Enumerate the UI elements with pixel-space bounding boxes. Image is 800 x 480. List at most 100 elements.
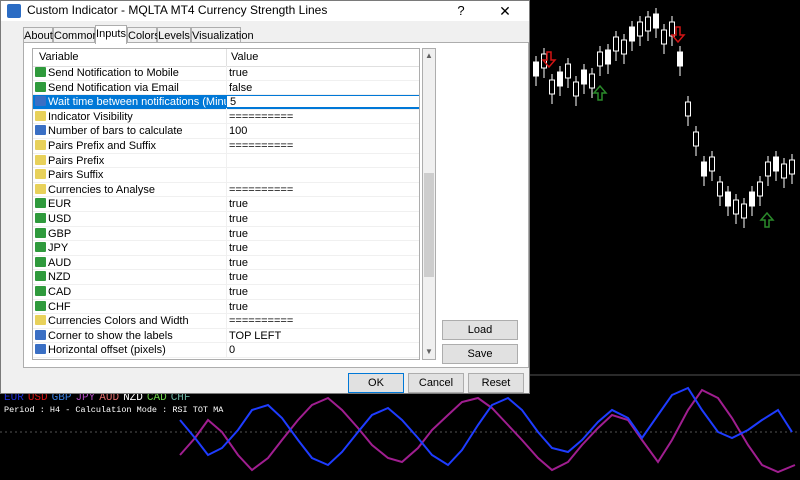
variable-label: Send Notification via Email: [48, 81, 179, 94]
candle-body: [533, 61, 539, 77]
value-field[interactable]: false: [229, 82, 252, 94]
candle-body: [685, 101, 691, 117]
table-row[interactable]: Send Notification via Email false: [33, 80, 419, 96]
value-field[interactable]: ==========: [229, 315, 293, 327]
candle-body: [789, 159, 795, 175]
title-bar[interactable]: Custom Indicator - MQLTA MT4 Currency St…: [1, 1, 529, 21]
table-row[interactable]: CAD true: [33, 284, 419, 300]
candle-body: [733, 199, 739, 215]
line-style-icon: [35, 242, 46, 253]
string-icon: [35, 183, 46, 194]
table-row[interactable]: GBP true: [33, 226, 419, 242]
candle-body: [781, 163, 787, 179]
scroll-down-arrow-icon[interactable]: ▼: [423, 345, 435, 359]
line-style-icon: [35, 227, 46, 238]
candle-body: [653, 13, 659, 29]
help-button[interactable]: ?: [446, 1, 476, 21]
table-row[interactable]: CHF true: [33, 299, 419, 315]
value-field[interactable]: 5: [226, 95, 419, 109]
value-field[interactable]: 0: [229, 344, 235, 356]
value-field[interactable]: true: [229, 271, 248, 283]
candle-body: [669, 21, 675, 37]
variable-label: NZD: [48, 271, 71, 284]
candle-body: [773, 156, 779, 172]
column-header-variable[interactable]: Variable: [39, 51, 79, 63]
grid-scrollbar[interactable]: ▲ ▼: [422, 48, 436, 360]
variable-label: JPY: [48, 242, 69, 255]
table-row[interactable]: Currencies to Analyse ==========: [33, 182, 419, 198]
candle-body: [693, 131, 699, 147]
value-field[interactable]: ==========: [229, 140, 293, 152]
ok-button[interactable]: OK: [348, 373, 404, 393]
candle-body: [717, 181, 723, 197]
value-field[interactable]: true: [229, 242, 248, 254]
value-field[interactable]: true: [229, 257, 248, 269]
tab-about[interactable]: About: [23, 27, 53, 43]
column-header-value[interactable]: Value: [231, 51, 258, 63]
scroll-thumb[interactable]: [424, 173, 434, 277]
candle-body: [605, 49, 611, 65]
value-field[interactable]: TOP LEFT: [229, 330, 281, 342]
save-button[interactable]: Save: [442, 344, 518, 364]
table-row[interactable]: USD true: [33, 211, 419, 227]
string-icon: [35, 110, 46, 121]
table-row[interactable]: Corner to show the labels TOP LEFT: [33, 328, 419, 344]
value-field[interactable]: 100: [229, 125, 247, 137]
variable-label: Horizontal offset (pixels): [48, 344, 166, 357]
string-icon: [35, 154, 46, 165]
table-row[interactable]: NZD true: [33, 270, 419, 285]
candle-body: [549, 79, 555, 95]
cancel-button[interactable]: Cancel: [408, 373, 464, 393]
value-field[interactable]: ==========: [229, 111, 293, 123]
grid-rows: Send Notification to Mobile true Send Noti…: [33, 66, 419, 358]
candle-body: [589, 73, 595, 89]
dialog-title: Custom Indicator - MQLTA MT4 Currency St…: [27, 3, 328, 17]
scroll-up-arrow-icon[interactable]: ▲: [423, 49, 435, 63]
tab-colors[interactable]: Colors: [127, 27, 160, 43]
inputs-grid[interactable]: Variable Value Send Notification to Mobi…: [32, 48, 420, 360]
candle-body: [565, 63, 571, 79]
line-style-icon: [35, 300, 46, 311]
variable-label: AUD: [48, 256, 72, 269]
table-row[interactable]: Horizontal offset (pixels) 0: [33, 343, 419, 358]
variable-label: USD: [48, 212, 72, 225]
variable-label: EUR: [48, 198, 72, 211]
numeric-icon: [35, 344, 46, 355]
table-row[interactable]: Pairs Prefix: [33, 153, 419, 169]
numeric-icon: [35, 96, 46, 107]
value-field[interactable]: true: [229, 198, 248, 210]
variable-label: GBP: [48, 227, 72, 240]
line-style-icon: [35, 212, 46, 223]
tab-inputs[interactable]: Inputs: [95, 25, 127, 44]
table-row[interactable]: Pairs Suffix: [33, 168, 419, 183]
variable-label: Pairs Prefix: [48, 154, 105, 167]
variable-label: CAD: [48, 285, 72, 298]
close-button[interactable]: ✕: [481, 1, 529, 21]
table-row[interactable]: Pairs Prefix and Suffix ==========: [33, 138, 419, 154]
value-field[interactable]: true: [229, 67, 248, 79]
tab-visualization[interactable]: Visualization: [191, 27, 254, 43]
value-field[interactable]: true: [229, 286, 248, 298]
table-row[interactable]: Wait time between notifications (Minutes…: [33, 95, 419, 110]
load-button[interactable]: Load: [442, 320, 518, 340]
value-field[interactable]: true: [229, 301, 248, 313]
table-row[interactable]: Indicator Visibility ==========: [33, 109, 419, 125]
table-row[interactable]: EUR true: [33, 197, 419, 212]
table-row[interactable]: Currencies Colors and Width ==========: [33, 314, 419, 329]
value-field[interactable]: true: [229, 213, 248, 225]
line-style-icon: [35, 81, 46, 92]
value-field[interactable]: ==========: [229, 184, 293, 196]
variable-label: Send Notification to Mobile: [48, 67, 179, 79]
candle-body: [701, 161, 707, 177]
reset-button[interactable]: Reset: [468, 373, 524, 393]
table-row[interactable]: AUD true: [33, 255, 419, 271]
table-row[interactable]: Send Notification to Mobile true: [33, 66, 419, 81]
candle-body: [645, 16, 651, 32]
tab-levels[interactable]: Levels: [157, 27, 191, 43]
candle-body: [573, 81, 579, 97]
table-row[interactable]: JPY true: [33, 241, 419, 256]
tab-common[interactable]: Common: [53, 27, 99, 43]
table-row[interactable]: Number of bars to calculate 100: [33, 124, 419, 139]
value-field[interactable]: true: [229, 228, 248, 240]
variable-label: Currencies Colors and Width: [48, 315, 189, 328]
